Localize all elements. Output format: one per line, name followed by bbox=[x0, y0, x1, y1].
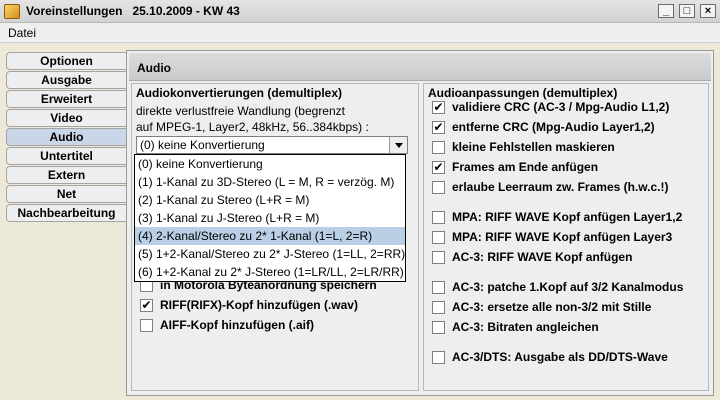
dropdown-option[interactable]: (5) 1+2-Kanal/Stereo zu 2* J-Stereo (1=L… bbox=[135, 245, 405, 263]
checkbox-ac3-bitrate-match[interactable]: AC-3: Bitraten angleichen bbox=[432, 320, 704, 336]
checkbox-label: AC-3/DTS: Ausgabe als DD/DTS-Wave bbox=[452, 350, 668, 364]
checkbox-ac3-replace-silence[interactable]: AC-3: ersetze alle non-3/2 mit Stille bbox=[432, 300, 704, 316]
window-title: Voreinstellungen 25.10.2009 - KW 43 bbox=[26, 4, 240, 18]
checkbox-box[interactable]: ✔ bbox=[140, 299, 153, 312]
conversion-select-value: (0) keine Konvertierung bbox=[140, 138, 265, 152]
checkbox-mpa-riff-l12[interactable]: MPA: RIFF WAVE Kopf anfügen Layer1,2 bbox=[432, 210, 704, 226]
checkbox-mpa-riff-l3[interactable]: MPA: RIFF WAVE Kopf anfügen Layer3 bbox=[432, 230, 704, 246]
checkbox-box[interactable] bbox=[432, 321, 445, 334]
dropdown-option[interactable]: (3) 1-Kanal zu J-Stereo (L+R = M) bbox=[135, 209, 405, 227]
checkbox-label: MPA: RIFF WAVE Kopf anfügen Layer1,2 bbox=[452, 210, 683, 224]
checkbox-label: AC-3: RIFF WAVE Kopf anfügen bbox=[452, 250, 633, 264]
tab-extern[interactable]: Extern bbox=[6, 166, 126, 184]
conversion-description-line2: auf MPEG-1, Layer2, 48kHz, 56..384kbps) … bbox=[136, 120, 369, 134]
checkbox-box[interactable] bbox=[432, 211, 445, 224]
checkbox-box[interactable] bbox=[432, 351, 445, 364]
checkbox-validate-crc[interactable]: ✔ validiere CRC (AC-3 / Mpg-Audio L1,2) bbox=[432, 100, 704, 116]
checkbox-label: validiere CRC (AC-3 / Mpg-Audio L1,2) bbox=[452, 100, 670, 114]
menu-datei[interactable]: Datei bbox=[8, 26, 36, 40]
audio-adjustment-title: Audioanpassungen (demultiplex) bbox=[428, 86, 618, 100]
close-button[interactable]: × bbox=[700, 4, 716, 18]
checkbox-box[interactable]: ✔ bbox=[432, 161, 445, 174]
checkbox-label: kleine Fehlstellen maskieren bbox=[452, 140, 615, 154]
panel-title: Audio bbox=[137, 61, 171, 75]
tab-nachbearbeitung[interactable]: Nachbearbeitung bbox=[6, 204, 126, 222]
checkbox-box[interactable] bbox=[432, 281, 445, 294]
checkbox-ac3-dts-wave[interactable]: AC-3/DTS: Ausgabe als DD/DTS-Wave bbox=[432, 350, 704, 366]
tab-list: Optionen Ausgabe Erweitert Video Audio U… bbox=[6, 52, 126, 223]
panel-header: Audio bbox=[129, 53, 711, 81]
checkbox-box[interactable]: ✔ bbox=[432, 101, 445, 114]
audio-panel: Audio Audiokonvertierungen (demultiplex)… bbox=[126, 50, 714, 396]
checkbox-riff[interactable]: ✔ RIFF(RIFX)-Kopf hinzufügen (.wav) bbox=[140, 298, 410, 314]
app-icon bbox=[4, 4, 20, 19]
tab-net[interactable]: Net bbox=[6, 185, 126, 203]
checkbox-box[interactable] bbox=[432, 301, 445, 314]
tab-audio[interactable]: Audio bbox=[6, 128, 126, 146]
checkbox-label: AC-3: Bitraten angleichen bbox=[452, 320, 599, 334]
checkbox-aiff[interactable]: AIFF-Kopf hinzufügen (.aif) bbox=[140, 318, 410, 334]
checkbox-mask-gaps[interactable]: kleine Fehlstellen maskieren bbox=[432, 140, 704, 156]
dropdown-option[interactable]: (0) keine Konvertierung bbox=[135, 155, 405, 173]
checkbox-box[interactable] bbox=[432, 231, 445, 244]
checkbox-remove-crc[interactable]: ✔ entferne CRC (Mpg-Audio Layer1,2) bbox=[432, 120, 704, 136]
dropdown-option[interactable]: (2) 1-Kanal zu Stereo (L+R = M) bbox=[135, 191, 405, 209]
tab-optionen[interactable]: Optionen bbox=[6, 52, 126, 70]
chevron-down-icon[interactable] bbox=[389, 137, 407, 153]
tab-ausgabe[interactable]: Ausgabe bbox=[6, 71, 126, 89]
checkbox-label: RIFF(RIFX)-Kopf hinzufügen (.wav) bbox=[160, 298, 358, 312]
menu-bar: Datei bbox=[0, 23, 720, 43]
conversion-select[interactable]: (0) keine Konvertierung bbox=[136, 136, 408, 154]
checkbox-label: AC-3: ersetze alle non-3/2 mit Stille bbox=[452, 300, 652, 314]
tab-video[interactable]: Video bbox=[6, 109, 126, 127]
checkbox-box[interactable]: ✔ bbox=[432, 121, 445, 134]
checkbox-append-frames[interactable]: ✔ Frames am Ende anfügen bbox=[432, 160, 704, 176]
audio-adjustment-group: Audioanpassungen (demultiplex) ✔ validier… bbox=[423, 83, 709, 391]
title-bar: Voreinstellungen 25.10.2009 - KW 43 _ □ … bbox=[0, 0, 720, 23]
minimize-button[interactable]: _ bbox=[658, 4, 674, 18]
checkbox-box[interactable] bbox=[432, 141, 445, 154]
checkbox-box[interactable] bbox=[432, 181, 445, 194]
checkbox-label: entferne CRC (Mpg-Audio Layer1,2) bbox=[452, 120, 655, 134]
checkbox-allow-padding[interactable]: erlaube Leerraum zw. Frames (h.w.c.!) bbox=[432, 180, 704, 196]
conversion-dropdown-list[interactable]: (0) keine Konvertierung (1) 1-Kanal zu 3… bbox=[134, 154, 406, 282]
checkbox-label: Frames am Ende anfügen bbox=[452, 160, 599, 174]
tab-erweitert[interactable]: Erweitert bbox=[6, 90, 126, 108]
checkbox-label: AC-3: patche 1.Kopf auf 3/2 Kanalmodus bbox=[452, 280, 684, 294]
conversion-description-line1: direkte verlustfreie Wandlung (begrenzt bbox=[136, 104, 345, 118]
dropdown-option[interactable]: (1) 1-Kanal zu 3D-Stereo (L = M, R = ver… bbox=[135, 173, 405, 191]
dropdown-option[interactable]: (6) 1+2-Kanal zu 2* J-Stereo (1=LR/LL, 2… bbox=[135, 263, 405, 281]
tab-untertitel[interactable]: Untertitel bbox=[6, 147, 126, 165]
checkbox-ac3-riff[interactable]: AC-3: RIFF WAVE Kopf anfügen bbox=[432, 250, 704, 266]
checkbox-label: MPA: RIFF WAVE Kopf anfügen Layer3 bbox=[452, 230, 673, 244]
checkbox-label: AIFF-Kopf hinzufügen (.aif) bbox=[160, 318, 314, 332]
checkbox-box[interactable] bbox=[432, 251, 445, 264]
checkbox-box[interactable] bbox=[140, 319, 153, 332]
checkbox-ac3-patch-header[interactable]: AC-3: patche 1.Kopf auf 3/2 Kanalmodus bbox=[432, 280, 704, 296]
maximize-button[interactable]: □ bbox=[679, 4, 695, 18]
dropdown-option[interactable]: (4) 2-Kanal/Stereo zu 2* 1-Kanal (1=L, 2… bbox=[135, 227, 405, 245]
audio-conversion-title: Audiokonvertierungen (demultiplex) bbox=[136, 86, 343, 100]
checkbox-label: erlaube Leerraum zw. Frames (h.w.c.!) bbox=[452, 180, 669, 194]
